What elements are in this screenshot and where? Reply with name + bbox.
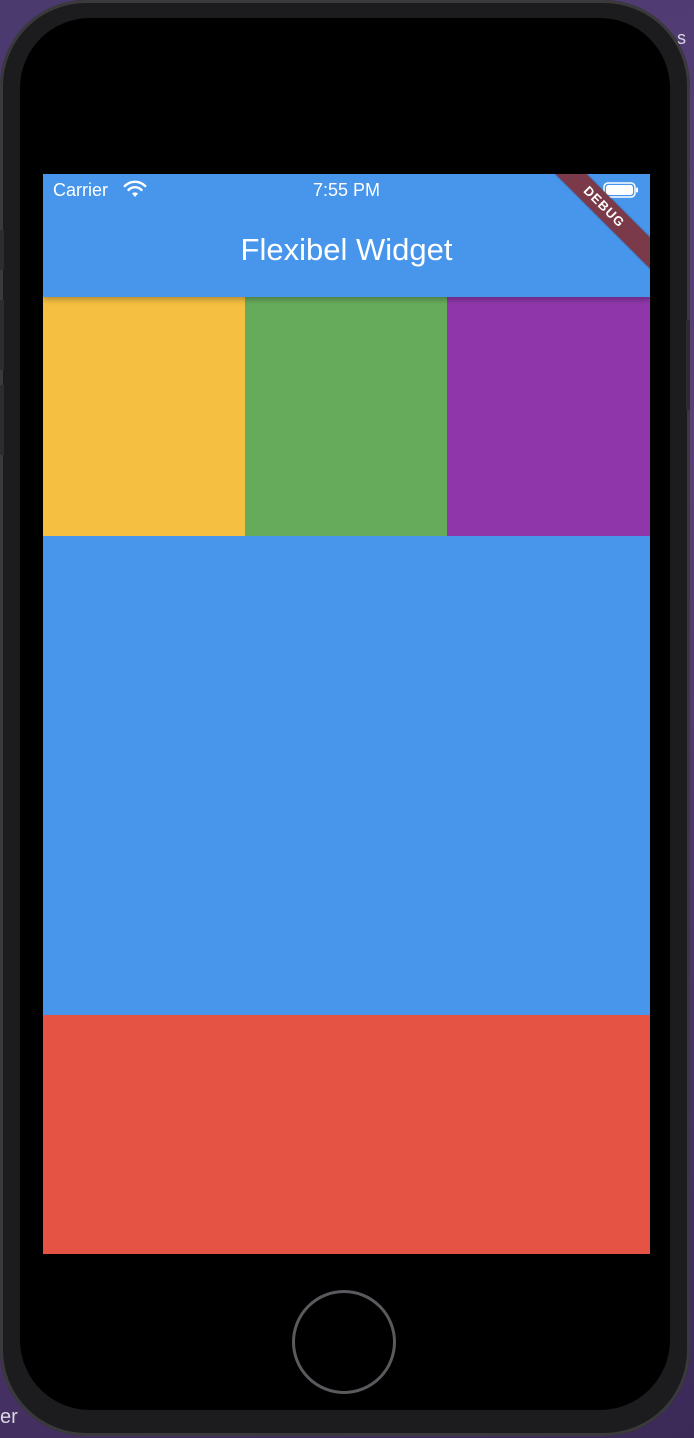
- page-title: Flexibel Widget: [240, 232, 453, 267]
- blue-flexible-box: [43, 536, 650, 1015]
- volume-up-button[interactable]: [0, 300, 4, 370]
- app-screen: Carrier 7:55 PM Flexibel Widget DEBUG: [43, 174, 650, 1254]
- home-button[interactable]: [292, 1290, 396, 1394]
- backdrop-text: er: [0, 1406, 18, 1428]
- green-flexible-box: [245, 297, 447, 536]
- red-flexible-box: [43, 1015, 650, 1254]
- yellow-flexible-box: [43, 297, 245, 536]
- power-button[interactable]: [686, 320, 690, 410]
- purple-flexible-box: [447, 297, 650, 536]
- volume-down-button[interactable]: [0, 385, 4, 455]
- status-time: 7:55 PM: [312, 180, 381, 200]
- app-bar: Carrier 7:55 PM Flexibel Widget: [43, 174, 650, 297]
- mute-switch[interactable]: [0, 230, 4, 270]
- top-row: [43, 297, 650, 536]
- status-bar: Carrier 7:55 PM: [43, 174, 650, 206]
